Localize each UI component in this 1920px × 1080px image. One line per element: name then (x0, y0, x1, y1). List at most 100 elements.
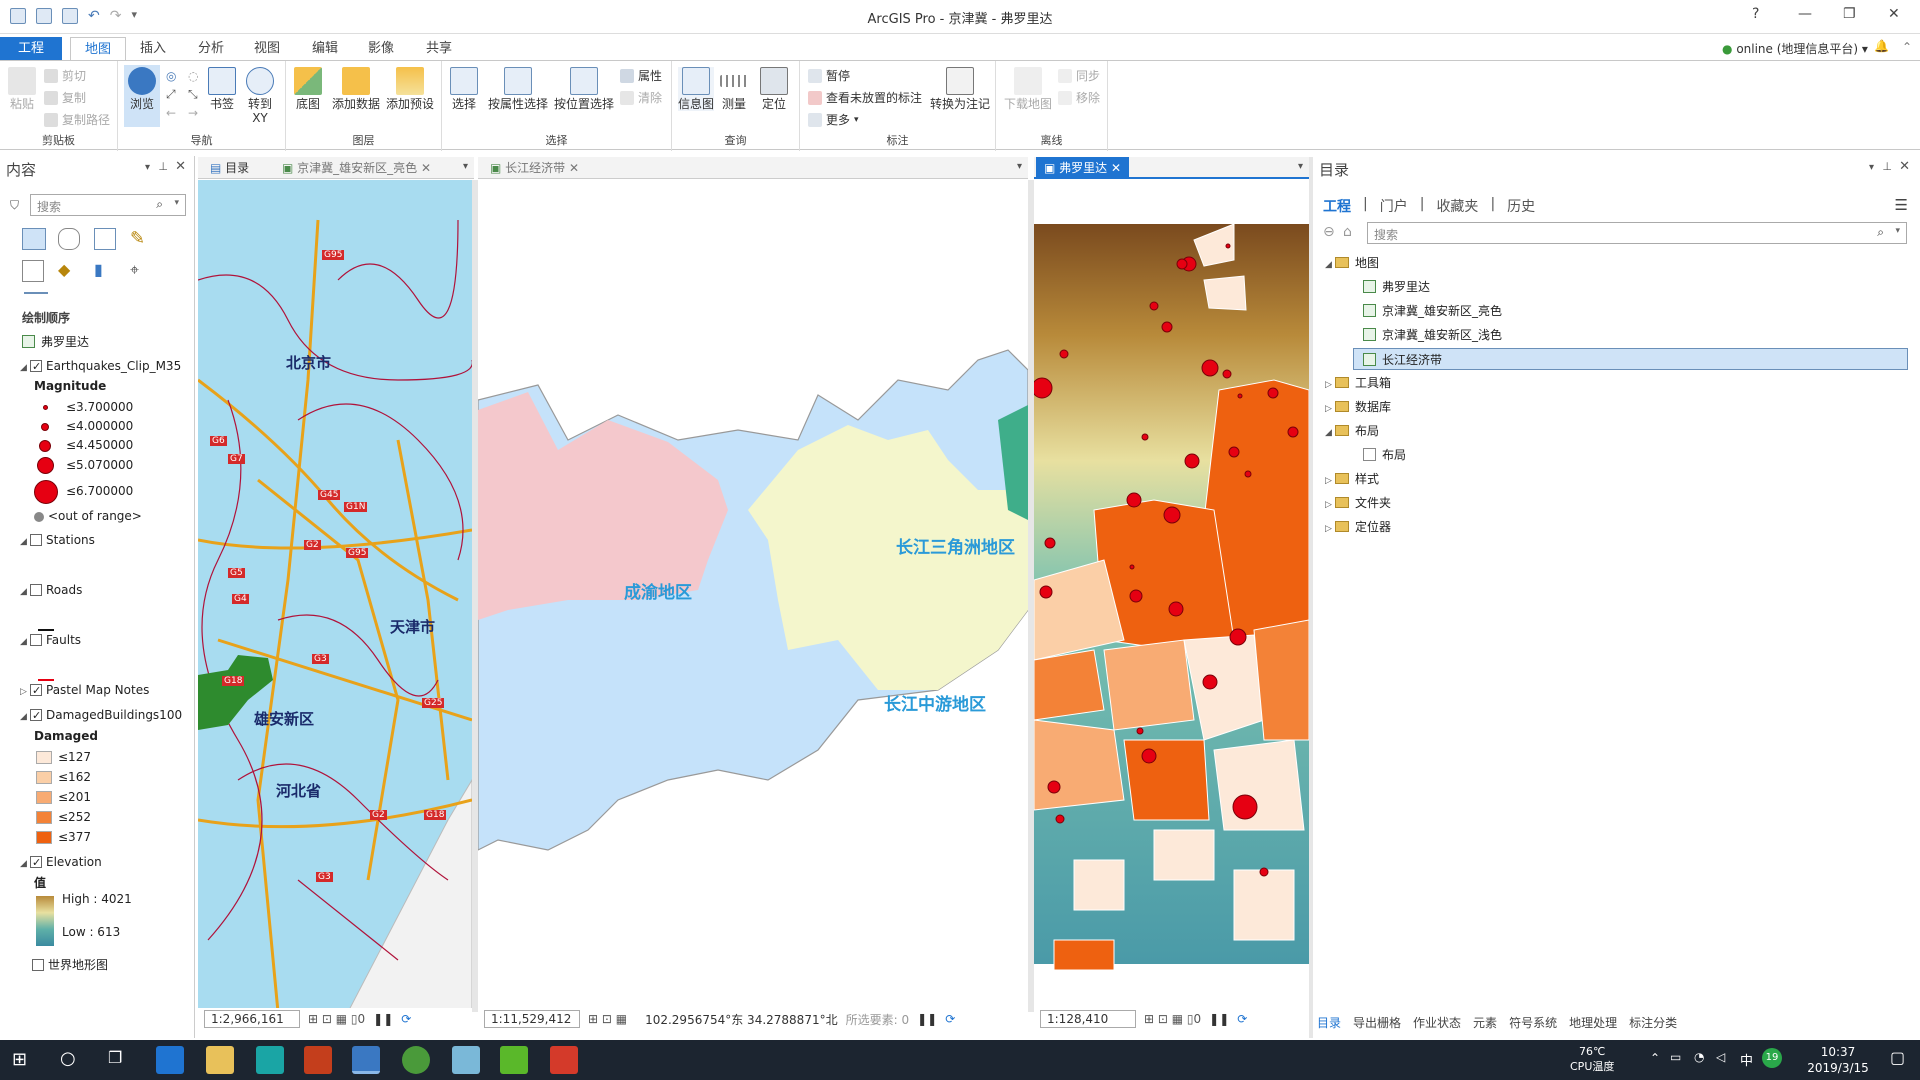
tab-catalog-view[interactable]: ▤ 目录 (202, 157, 257, 179)
tab-edit[interactable]: 编辑 (298, 37, 352, 60)
collapse-icon[interactable]: ▷ (20, 682, 30, 702)
layer-checkbox[interactable] (30, 357, 42, 377)
tab-share[interactable]: 共享 (412, 37, 466, 60)
select-button[interactable]: 选择 (450, 67, 478, 111)
recorder-icon[interactable] (550, 1046, 578, 1074)
download-map-button[interactable]: 下载地图 (1004, 67, 1052, 111)
catalog-tab-favorites[interactable]: 收藏夹 (1436, 196, 1478, 216)
notification-icon[interactable]: 🔔 (1874, 39, 1889, 53)
toc-layer-faults[interactable]: ◢ Faults (20, 630, 81, 650)
map-view-jingjinji[interactable]: 北京市 天津市 雄安新区 河北省 G95 G6 G7 G45 G1N G2 G9… (198, 180, 472, 1012)
layer-checkbox[interactable] (30, 534, 42, 546)
view-unplaced-button[interactable]: 查看未放置的标注 (808, 89, 922, 106)
map2-scale-field[interactable]: 1:11,529,412 (484, 1010, 580, 1028)
toc-layer-earthquakes[interactable]: ◢ Earthquakes_Clip_M35 (20, 356, 181, 378)
toc-layer-notes[interactable]: ▷ Pastel Map Notes (20, 680, 149, 702)
basemap-button[interactable]: 底图 (294, 67, 322, 111)
expand-icon[interactable]: ◢ (20, 632, 30, 652)
labeling-view-icon[interactable]: ◆ (58, 260, 80, 282)
minimize-button[interactable]: — (1798, 6, 1812, 22)
toc-map-item[interactable]: 弗罗里达 (22, 332, 89, 352)
notes-app-icon[interactable] (452, 1046, 480, 1074)
filter-icon[interactable]: ⛉ (10, 198, 19, 213)
expand-icon[interactable]: ◢ (20, 532, 30, 552)
windows-start-icon[interactable]: ⊞ (12, 1049, 27, 1070)
bookmarks-button[interactable]: 书签 (208, 67, 236, 111)
add-preset-button[interactable]: 添加预设 (386, 67, 434, 111)
layer-checkbox[interactable] (30, 681, 42, 701)
catalog-toolboxes-folder[interactable]: ▷ 工具箱 (1325, 372, 1391, 394)
catalog-menu-icon[interactable]: ☰ (1895, 196, 1908, 214)
collapse-ribbon-icon[interactable]: ⌃ (1902, 40, 1912, 54)
help-icon[interactable]: ? (1752, 6, 1759, 22)
map-view-florida[interactable] (1034, 180, 1309, 1012)
layer-checkbox[interactable] (30, 584, 42, 596)
contents-search-input[interactable]: 搜索 ⌕ ▾ (30, 194, 186, 216)
editing-view-icon[interactable]: ✎ (130, 228, 152, 250)
measure-button[interactable]: 测量 (720, 67, 748, 111)
cpu-temp-widget[interactable]: 76℃ CPU温度 (1570, 1044, 1614, 1074)
catalog-map-item[interactable]: 弗罗里达 (1363, 276, 1430, 298)
full-extent-icon[interactable]: ◎ (166, 69, 184, 83)
collapse-icon[interactable]: ▷ (1325, 518, 1335, 540)
catalog-locators-folder[interactable]: ▷ 定位器 (1325, 516, 1391, 538)
previous-extent-icon[interactable]: ← (166, 106, 184, 120)
tab-list-icon[interactable]: ▾ (1017, 161, 1022, 172)
select-by-location-button[interactable]: 按位置选择 (554, 67, 614, 111)
infographics-button[interactable]: 信息图 (678, 67, 715, 111)
pause-drawing-icon[interactable]: ❚❚ (1209, 1012, 1229, 1026)
catalog-map-item[interactable]: 京津冀_雄安新区_亮色 (1363, 300, 1502, 322)
tray-badge-icon[interactable]: 19 (1762, 1048, 1782, 1068)
expand-icon[interactable]: ◢ (20, 582, 30, 602)
tab-list-icon[interactable]: ▾ (1298, 161, 1303, 172)
pause-drawing-icon[interactable]: ❚❚ (373, 1012, 393, 1026)
locate-button[interactable]: 定位 (760, 67, 788, 111)
next-extent-icon[interactable]: → (188, 106, 206, 120)
cut-button[interactable]: 剪切 (44, 67, 86, 84)
close-button[interactable]: ✕ (1888, 6, 1900, 22)
catalog-tab-portal[interactable]: 门户 (1380, 196, 1408, 216)
refresh-icon[interactable]: ⟳ (1237, 1012, 1247, 1026)
tab-project[interactable]: 工程 (0, 37, 63, 60)
volume-icon[interactable]: ◁ (1716, 1050, 1725, 1064)
map-tools-icon[interactable]: ⊞ ⊡ ▦ (588, 1012, 627, 1026)
catalog-maps-folder[interactable]: ◢ 地图 (1325, 252, 1379, 274)
bottom-tab-export-raster[interactable]: 导出栅格 (1353, 1014, 1401, 1031)
toc-layer-elevation[interactable]: ◢ Elevation (20, 852, 102, 873)
powerpoint-icon[interactable] (304, 1046, 332, 1074)
restore-button[interactable]: ❐ (1843, 6, 1856, 22)
pane-close-icon[interactable]: ✕ (175, 159, 186, 174)
tab-insert[interactable]: 插入 (126, 37, 180, 60)
bottom-tab-job-status[interactable]: 作业状态 (1413, 1014, 1461, 1031)
bottom-tab-geoprocessing[interactable]: 地理处理 (1569, 1014, 1617, 1031)
user-account[interactable]: ● online (地理信息平台) ▾ (1722, 40, 1868, 57)
pane-menu-icon[interactable]: ▾ (1869, 162, 1874, 173)
expand-icon[interactable]: ◢ (1325, 422, 1335, 444)
app-icon[interactable] (256, 1046, 284, 1074)
catalog-map-item-selected[interactable]: 长江经济带 (1353, 348, 1908, 370)
collapse-icon[interactable]: ▷ (1325, 494, 1335, 516)
tab-map[interactable]: 地图 (70, 37, 127, 60)
tab-view[interactable]: 视图 (240, 37, 294, 60)
pin-icon[interactable]: ⊥ (1882, 160, 1892, 173)
zoom-in-icon[interactable]: ⤢ (166, 87, 184, 102)
expand-icon[interactable]: ◢ (20, 358, 30, 378)
toc-layer-stations[interactable]: ◢ Stations (20, 530, 95, 550)
copy-path-button[interactable]: 复制路径 (44, 111, 110, 128)
file-explorer-icon[interactable] (206, 1046, 234, 1074)
bottom-tab-label-classes[interactable]: 标注分类 (1629, 1014, 1677, 1031)
tray-chevron-icon[interactable]: ⌃ (1650, 1051, 1660, 1065)
collapse-icon[interactable]: ▷ (1325, 374, 1335, 396)
data-source-icon[interactable] (58, 228, 80, 250)
explore-button[interactable]: 浏览 (124, 65, 160, 127)
tab-analysis[interactable]: 分析 (184, 37, 238, 60)
pause-drawing-icon[interactable]: ❚❚ (917, 1012, 937, 1026)
bottom-tab-symbology[interactable]: 符号系统 (1509, 1014, 1557, 1031)
bottom-tab-elements[interactable]: 元素 (1473, 1014, 1497, 1031)
ime-indicator[interactable]: 中 (1740, 1050, 1753, 1069)
map1-scale-field[interactable]: 1:2,966,161 (204, 1010, 300, 1028)
tab-close-icon[interactable]: ✕ (1111, 161, 1121, 175)
home-icon[interactable]: ⌂ (1343, 224, 1352, 240)
toc-layer-roads[interactable]: ◢ Roads (20, 580, 82, 600)
convert-to-annotation-button[interactable]: 转换为注记 (930, 67, 990, 111)
